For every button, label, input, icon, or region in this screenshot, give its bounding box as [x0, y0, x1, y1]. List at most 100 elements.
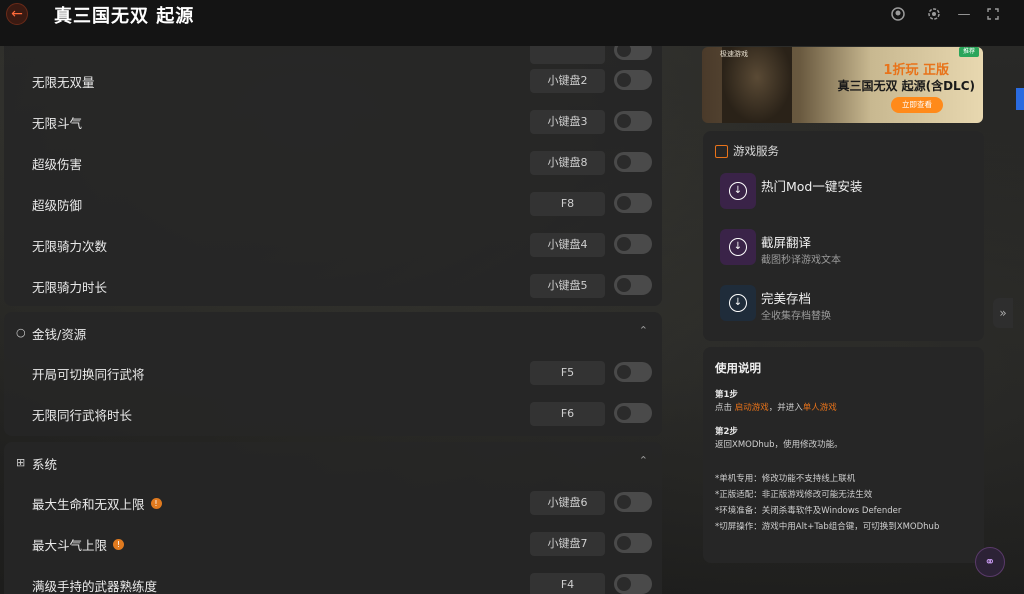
hotkey-badge[interactable]: 小键盘6 [530, 491, 605, 515]
cheat-label: 无限骑力时长 [32, 280, 108, 295]
cheat-row: 满级手持的武器熟练度 F4 [4, 567, 662, 594]
recommend-badge: 推荐 [958, 47, 979, 57]
game-services-panel: 游戏服务 ↓ 热门Mod一键安装 ↓ 截屏翻译 截图秒译游戏文本 ↓ 完美存档 … [703, 131, 984, 341]
minimize-icon[interactable]: — [954, 4, 974, 24]
cheat-toggle[interactable] [614, 574, 652, 594]
profile-icon[interactable] [888, 4, 908, 24]
cheat-toggle[interactable] [614, 234, 652, 254]
cheat-toggle[interactable] [614, 152, 652, 172]
usage-guide-panel: 使用说明 第1步 点击 启动游戏，并进入单人游戏 第2步 返回XMODhub，使… [703, 347, 984, 563]
arrow-left-icon: ← [11, 6, 23, 22]
promo-banner[interactable]: 极速游戏 推荐 1折玩 正版 真三国无双 起源(含DLC) 立即查看 [702, 47, 983, 123]
cheat-row: 无限骑力时长 小键盘5 [4, 268, 662, 306]
hotkey-badge[interactable]: F6 [530, 402, 605, 426]
download-icon: ↓ [720, 285, 756, 321]
cheat-label: 最大生命和无双上限 [32, 497, 145, 512]
step1-text: 点击 启动游戏，并进入单人游戏 [715, 403, 837, 413]
cheat-row: 无限骑力次数 小键盘4 [4, 227, 662, 265]
title-bar: ← 真三国无双 起源 — [0, 0, 1024, 46]
grid-icon: ⊞ [16, 456, 26, 469]
edge-tab[interactable] [1016, 88, 1024, 110]
cheat-toggle[interactable] [614, 193, 652, 213]
fullscreen-icon[interactable] [983, 4, 1003, 24]
cheat-label: 开局可切换同行武将 [32, 367, 145, 382]
service-title: 热门Mod一键安装 [761, 179, 863, 194]
download-icon: ↓ [720, 229, 756, 265]
hotkey-badge[interactable]: 小键盘2 [530, 69, 605, 93]
promo-headline: 1折玩 正版 [883, 63, 949, 78]
hotkey-badge[interactable]: F5 [530, 361, 605, 385]
service-mod-install[interactable]: ↓ 热门Mod一键安装 [720, 173, 970, 213]
cheat-toggle[interactable] [614, 533, 652, 553]
service-perfect-save[interactable]: ↓ 完美存档 全收集存档替换 [720, 285, 970, 325]
info-icon[interactable]: ! [150, 498, 162, 509]
cheat-toggle[interactable] [614, 111, 652, 131]
cheat-label: 无限骑力次数 [32, 239, 108, 254]
hotkey-badge[interactable]: 小键盘7 [530, 532, 605, 556]
expand-panel-button[interactable]: » [993, 298, 1013, 328]
coin-icon: ○ [16, 326, 26, 339]
step2-text: 返回XMODhub，使用修改功能。 [715, 440, 843, 450]
hotkey-badge[interactable]: 小键盘8 [530, 151, 605, 175]
cheat-row: 无限同行武将时长 F6 [4, 396, 662, 434]
section-header[interactable]: ⊞ 系统 ⌃ [4, 444, 662, 482]
service-subtitle: 全收集存档替换 [761, 311, 831, 322]
launch-game-link[interactable]: 启动游戏 [735, 403, 769, 413]
info-icon[interactable]: ! [113, 539, 125, 550]
cheat-label: 无限无双量 [32, 75, 95, 90]
cheat-toggle[interactable] [614, 362, 652, 382]
cheat-row: 超级防御 F8 [4, 186, 662, 224]
section-general: 无限无双量 小键盘2 无限斗气 小键盘3 超级伤害 小键盘8 超级防御 F8 无… [4, 46, 662, 306]
hotkey-badge[interactable]: 小键盘4 [530, 233, 605, 257]
service-subtitle: 截图秒译游戏文本 [761, 255, 841, 266]
cheat-label: 超级伤害 [32, 157, 83, 172]
download-icon: ↓ [720, 173, 756, 209]
service-screen-translate[interactable]: ↓ 截屏翻译 截图秒译游戏文本 [720, 229, 970, 269]
cheat-toggle[interactable] [614, 70, 652, 90]
step1-title: 第1步 [715, 390, 738, 400]
service-title: 完美存档 [761, 291, 812, 306]
hotkey-badge[interactable]: 小键盘3 [530, 110, 605, 134]
section-system: ⊞ 系统 ⌃ 最大生命和无双上限 ! 小键盘6 最大斗气上限 ! 小键盘7 满级… [4, 442, 662, 594]
section-title: 金钱/资源 [32, 327, 87, 342]
box-icon [715, 144, 728, 158]
cheat-label: 满级手持的武器熟练度 [32, 579, 158, 594]
headset-icon[interactable]: ⚭ [975, 547, 1005, 577]
services-title: 游戏服务 [733, 144, 779, 158]
back-button[interactable]: ← [6, 3, 28, 25]
hotkey-badge[interactable]: 小键盘5 [530, 274, 605, 298]
cheat-row: 无限斗气 小键盘3 [4, 104, 662, 142]
cheat-row: 超级伤害 小键盘8 [4, 145, 662, 183]
hotkey-badge[interactable]: F8 [530, 192, 605, 216]
cheat-row: 最大斗气上限 ! 小键盘7 [4, 526, 662, 564]
page-title: 真三国无双 起源 [54, 6, 195, 27]
cheat-row: 开局可切换同行武将 F5 [4, 355, 662, 393]
hotkey-badge[interactable]: F4 [530, 573, 605, 594]
cheat-toggle[interactable] [614, 403, 652, 423]
section-header[interactable]: ○ 金钱/资源 ⌃ [4, 314, 662, 352]
note-line: *单机专用：修改功能不支持线上联机 [715, 474, 856, 484]
section-money: ○ 金钱/资源 ⌃ 开局可切换同行武将 F5 无限同行武将时长 F6 [4, 312, 662, 436]
cheat-list[interactable]: 无限无双量 小键盘2 无限斗气 小键盘3 超级伤害 小键盘8 超级防御 F8 无… [4, 46, 662, 594]
note-line: *正版适配：非正版游戏修改可能无法生效 [715, 490, 873, 500]
cheat-toggle[interactable] [614, 275, 652, 295]
guide-title: 使用说明 [715, 361, 761, 375]
cheat-label: 超级防御 [32, 198, 83, 213]
services-header: 游戏服务 [715, 143, 779, 159]
chevron-up-icon[interactable]: ⌃ [639, 324, 648, 337]
service-title: 截屏翻译 [761, 235, 812, 250]
step2-title: 第2步 [715, 427, 738, 437]
chevron-up-icon[interactable]: ⌃ [639, 454, 648, 467]
cheat-label: 无限斗气 [32, 116, 83, 131]
view-now-button[interactable]: 立即查看 [891, 97, 943, 113]
single-player-link[interactable]: 单人游戏 [803, 403, 837, 413]
note-line: *环境准备：关闭杀毒软件及Windows Defender [715, 506, 902, 516]
cheat-row: 无限无双量 小键盘2 [4, 63, 662, 101]
cheat-label: 无限同行武将时长 [32, 408, 133, 423]
cheat-toggle[interactable] [614, 492, 652, 512]
cheat-label: 最大斗气上限 [32, 538, 108, 553]
cheat-row: 最大生命和无双上限 ! 小键盘6 [4, 485, 662, 523]
settings-icon[interactable] [924, 4, 944, 24]
note-line: *切屏操作：游戏中用Alt+Tab组合键，可切换到XMODhub [715, 522, 940, 532]
banner-tag: 极速游戏 [720, 50, 748, 58]
